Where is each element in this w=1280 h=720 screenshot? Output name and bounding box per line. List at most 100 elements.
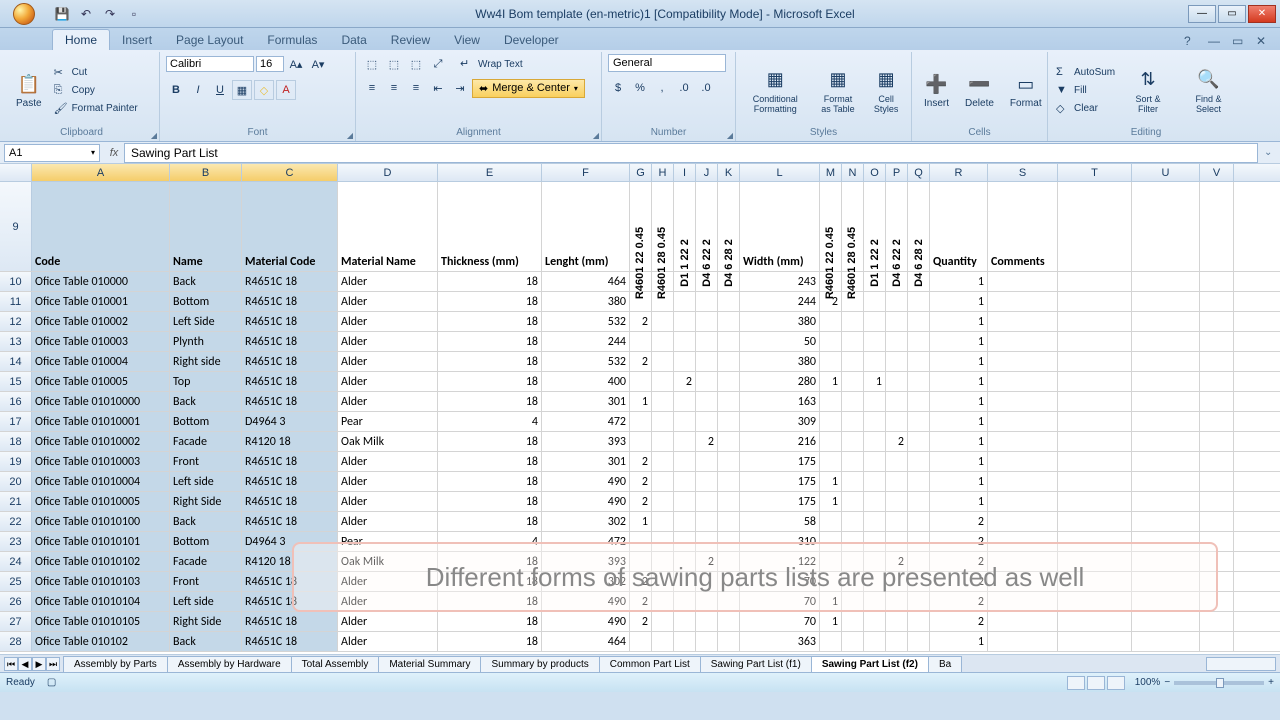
cell[interactable]: R4601 28 0.45 xyxy=(652,182,674,271)
cell[interactable] xyxy=(1200,612,1234,631)
cell[interactable] xyxy=(1058,182,1132,271)
sheet-tab-summary-by-products[interactable]: Summary by products xyxy=(480,656,599,672)
cell[interactable] xyxy=(886,292,908,311)
cell[interactable]: Alder xyxy=(338,312,438,331)
col-header-V[interactable]: V xyxy=(1200,164,1234,181)
col-header-U[interactable]: U xyxy=(1132,164,1200,181)
cell[interactable]: R4601 22 0.45 xyxy=(630,182,652,271)
cell[interactable] xyxy=(1132,352,1200,371)
cell[interactable]: Ofice Table 01010100 xyxy=(32,512,170,531)
cell[interactable] xyxy=(820,312,842,331)
cell[interactable] xyxy=(1200,512,1234,531)
cell[interactable] xyxy=(696,292,718,311)
ribbon-tab-home[interactable]: Home xyxy=(52,29,110,50)
save-icon[interactable]: 💾 xyxy=(54,6,70,22)
cell[interactable] xyxy=(842,352,864,371)
cell[interactable] xyxy=(820,512,842,531)
cell[interactable] xyxy=(652,472,674,491)
cell[interactable] xyxy=(718,472,740,491)
ribbon-tab-review[interactable]: Review xyxy=(379,30,442,50)
cell[interactable]: 50 xyxy=(740,332,820,351)
cell[interactable]: R4651C 18 xyxy=(242,312,338,331)
zoom-in-icon[interactable]: + xyxy=(1268,677,1274,688)
col-header-I[interactable]: I xyxy=(674,164,696,181)
row-header[interactable]: 12 xyxy=(0,312,32,331)
cell[interactable]: 244 xyxy=(740,292,820,311)
cell[interactable] xyxy=(842,472,864,491)
cell[interactable]: Front xyxy=(170,452,242,471)
cell[interactable] xyxy=(696,632,718,651)
cell[interactable] xyxy=(988,332,1058,351)
cell[interactable]: 1 xyxy=(930,492,988,511)
cell[interactable] xyxy=(1058,452,1132,471)
align-bottom-icon[interactable]: ⬚ xyxy=(406,54,426,74)
cell[interactable] xyxy=(1132,312,1200,331)
cell[interactable] xyxy=(674,412,696,431)
cell[interactable] xyxy=(1200,292,1234,311)
cell[interactable] xyxy=(652,492,674,511)
format-cells-button[interactable]: ▭Format xyxy=(1004,70,1048,111)
cell[interactable] xyxy=(864,332,886,351)
cell[interactable]: 1 xyxy=(930,292,988,311)
cell[interactable] xyxy=(718,372,740,391)
redo-icon[interactable]: ↷ xyxy=(102,6,118,22)
alignment-launcher-icon[interactable]: ◢ xyxy=(593,131,599,140)
cell[interactable]: 380 xyxy=(740,312,820,331)
cell[interactable] xyxy=(988,472,1058,491)
cell[interactable]: R4651C 18 xyxy=(242,332,338,351)
cell[interactable] xyxy=(908,352,930,371)
row-header[interactable]: 9 xyxy=(0,182,32,271)
cell[interactable] xyxy=(864,452,886,471)
row-header[interactable]: 22 xyxy=(0,512,32,531)
cell[interactable]: Alder xyxy=(338,472,438,491)
formula-bar-expand-icon[interactable]: ⌄ xyxy=(1264,147,1280,158)
cell[interactable] xyxy=(886,392,908,411)
cell[interactable]: 302 xyxy=(542,512,630,531)
tab-nav-last-icon[interactable]: ⏭ xyxy=(46,657,60,671)
formula-bar[interactable]: Sawing Part List xyxy=(124,143,1258,163)
cell[interactable] xyxy=(718,492,740,511)
decrease-decimal-icon[interactable]: .0 xyxy=(696,78,716,98)
cell[interactable]: 18 xyxy=(438,452,542,471)
cell[interactable] xyxy=(674,292,696,311)
cell[interactable]: R4651C 18 xyxy=(242,372,338,391)
cell[interactable]: 18 xyxy=(438,632,542,651)
increase-indent-icon[interactable]: ⇥ xyxy=(450,78,470,98)
sheet-tab-sawing-part-list-f2-[interactable]: Sawing Part List (f2) xyxy=(811,656,929,672)
cell[interactable]: Front xyxy=(170,572,242,591)
cell[interactable] xyxy=(988,372,1058,391)
maximize-button[interactable]: ▭ xyxy=(1218,5,1246,23)
cell[interactable] xyxy=(864,512,886,531)
cell[interactable] xyxy=(1132,432,1200,451)
cell[interactable]: 2 xyxy=(696,432,718,451)
cell[interactable]: R4651C 18 xyxy=(242,612,338,631)
cell[interactable] xyxy=(820,452,842,471)
cell[interactable] xyxy=(630,372,652,391)
col-header-F[interactable]: F xyxy=(542,164,630,181)
percent-icon[interactable]: % xyxy=(630,78,650,98)
office-button[interactable] xyxy=(2,0,46,28)
cell[interactable] xyxy=(630,412,652,431)
cell[interactable] xyxy=(674,632,696,651)
cell[interactable]: Bottom xyxy=(170,292,242,311)
cell[interactable]: 1 xyxy=(930,412,988,431)
cell[interactable]: 490 xyxy=(542,492,630,511)
ribbon-tab-view[interactable]: View xyxy=(442,30,492,50)
number-format-select[interactable]: General xyxy=(608,54,726,72)
format-as-table-button[interactable]: ▦Format as Table xyxy=(813,66,864,116)
cell[interactable]: Left side xyxy=(170,592,242,611)
col-header-B[interactable]: B xyxy=(170,164,242,181)
cell[interactable] xyxy=(1200,452,1234,471)
cell[interactable]: Ofice Table 01010003 xyxy=(32,452,170,471)
cell[interactable]: Code xyxy=(32,182,170,271)
cell[interactable] xyxy=(988,352,1058,371)
sheet-tab-total-assembly[interactable]: Total Assembly xyxy=(291,656,380,672)
cell[interactable]: D4 6 22 2 xyxy=(696,182,718,271)
cell[interactable]: 2 xyxy=(630,472,652,491)
window-minimize-icon[interactable]: — xyxy=(1208,34,1224,50)
cell[interactable] xyxy=(630,432,652,451)
cell[interactable] xyxy=(908,632,930,651)
copy-button[interactable]: ⎘Copy xyxy=(52,83,140,99)
cell[interactable]: R4651C 18 xyxy=(242,272,338,291)
cell[interactable]: Alder xyxy=(338,492,438,511)
